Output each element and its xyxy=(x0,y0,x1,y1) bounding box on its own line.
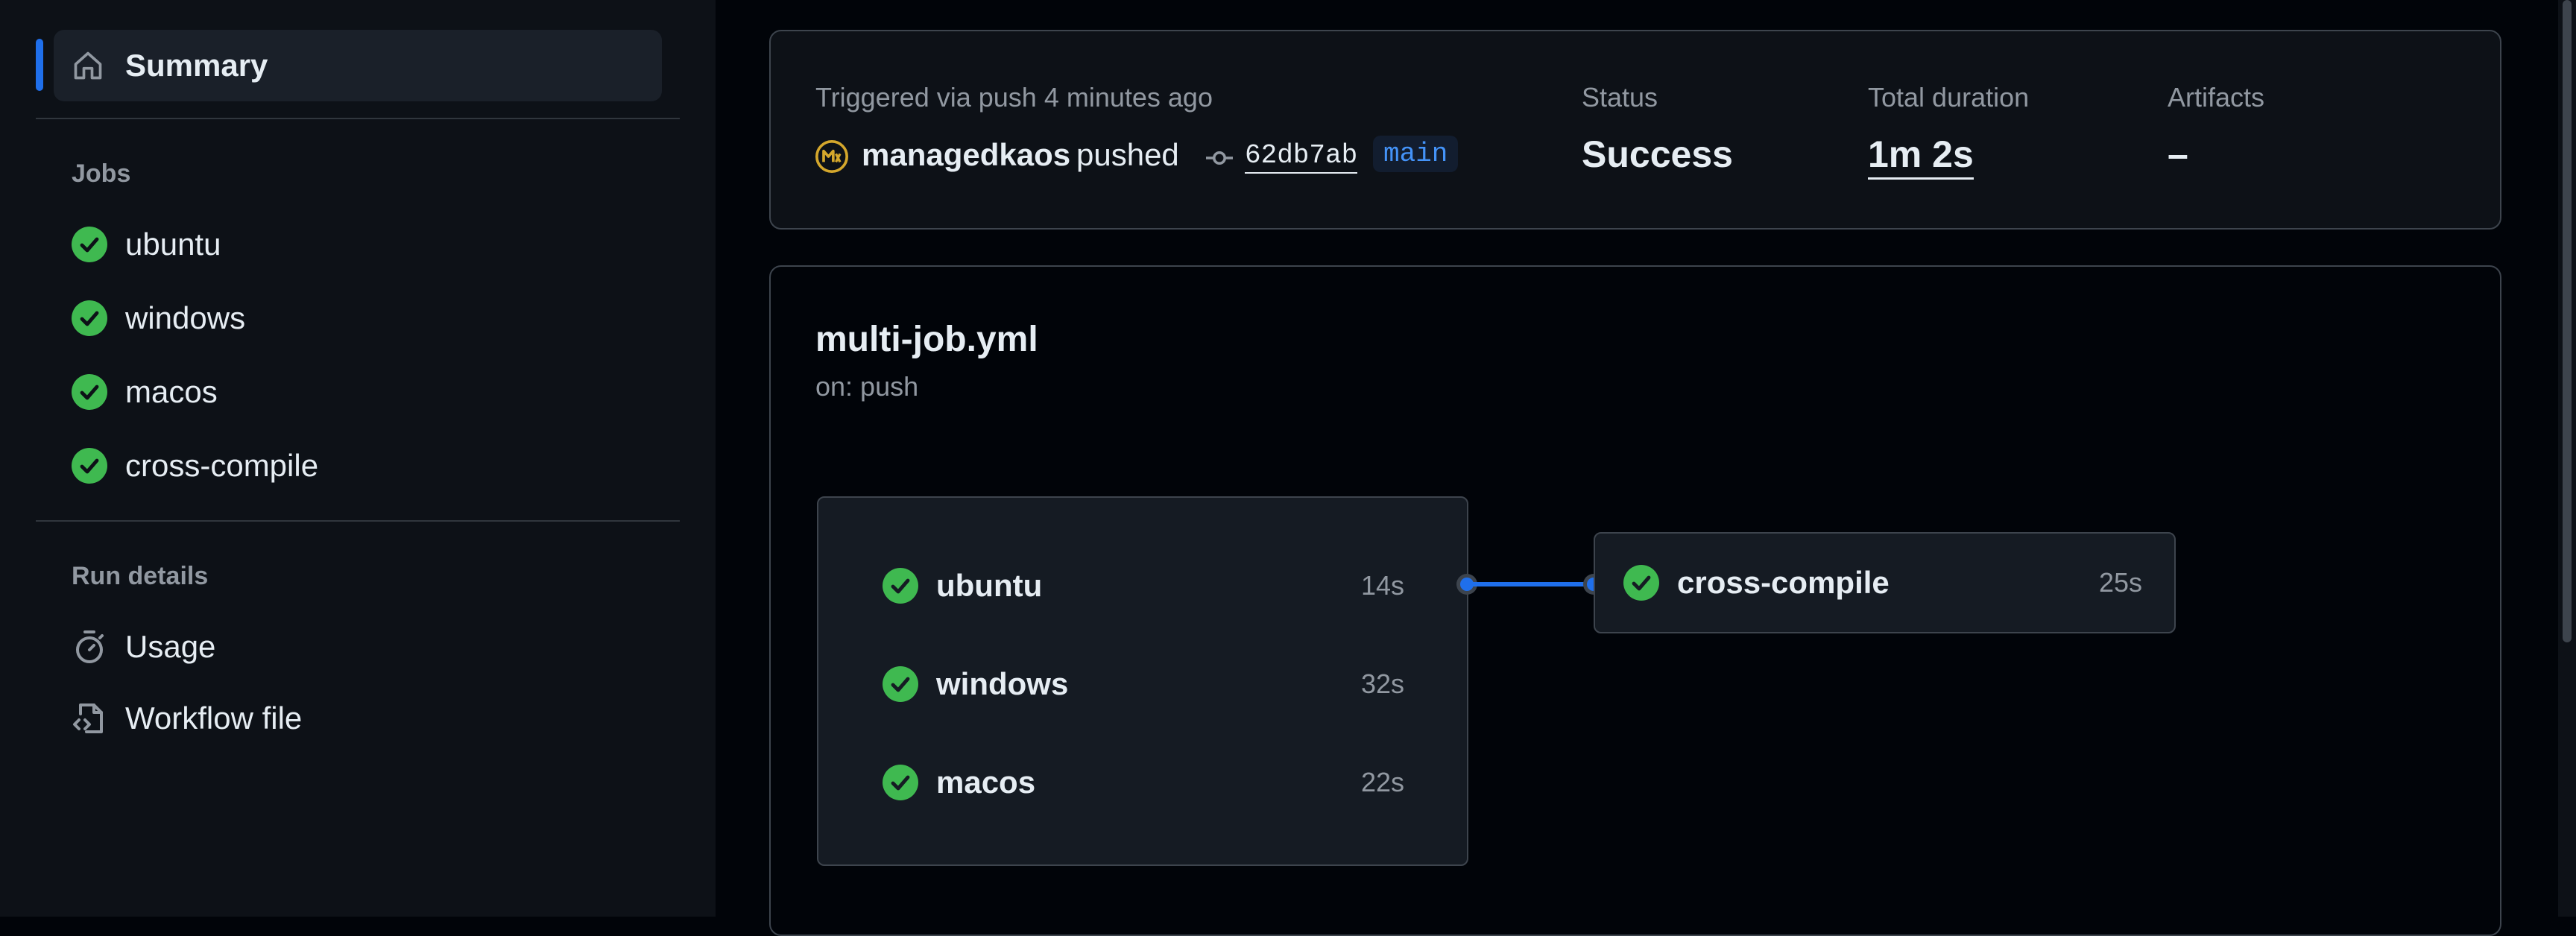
check-circle-icon xyxy=(72,448,107,484)
job-cross-compile[interactable]: cross-compile 25s xyxy=(1623,560,2142,605)
divider xyxy=(36,520,680,522)
run-details-heading: Run details xyxy=(72,562,209,590)
job-name: windows xyxy=(936,666,1069,701)
sidebar-item-macos[interactable]: macos xyxy=(72,370,668,414)
check-circle-icon xyxy=(1623,565,1659,601)
sidebar-item-label: ubuntu xyxy=(125,227,221,262)
branch-badge[interactable]: main xyxy=(1373,136,1459,172)
job-name: ubuntu xyxy=(936,568,1043,603)
job-duration: 22s xyxy=(1360,767,1404,797)
job-name: macos xyxy=(936,765,1036,800)
push-action-text: pushed xyxy=(1076,137,1179,172)
commit-sha-link[interactable]: 62db7ab xyxy=(1245,140,1358,174)
avatar[interactable] xyxy=(815,140,848,173)
workflow-file-name: multi-job.yml xyxy=(815,320,1038,359)
duration-link[interactable]: 1m 2s xyxy=(1868,133,1974,180)
check-circle-icon xyxy=(883,568,918,604)
actor-link[interactable]: managedkaos xyxy=(862,137,1070,173)
scrollbar[interactable] xyxy=(2558,0,2576,917)
check-circle-icon xyxy=(883,765,918,800)
status-value: Success xyxy=(1582,133,1733,175)
divider xyxy=(36,118,680,119)
home-icon xyxy=(74,51,102,80)
check-circle-icon xyxy=(72,300,107,336)
sidebar-item-workflow-file[interactable]: Workflow file xyxy=(72,696,668,741)
trigger-text: Triggered via push 4 minutes ago xyxy=(815,82,1213,113)
status-label: Status xyxy=(1582,82,1658,113)
check-circle-icon xyxy=(72,227,107,262)
job-duration: 32s xyxy=(1360,668,1404,699)
sidebar-item-label: Workflow file xyxy=(125,701,303,736)
job-name: cross-compile xyxy=(1677,565,1890,600)
job-cross-compile-card: cross-compile 25s xyxy=(1594,532,2176,633)
scrollbar-thumb[interactable] xyxy=(2563,0,2572,642)
job-ubuntu[interactable]: ubuntu 14s xyxy=(883,563,1404,608)
duration-label: Total duration xyxy=(1868,82,2030,113)
sidebar-item-label: macos xyxy=(125,374,218,409)
job-dependency-connector xyxy=(1456,574,1604,595)
selected-indicator xyxy=(36,39,43,91)
check-circle-icon xyxy=(72,374,107,410)
sidebar-item-label: windows xyxy=(125,300,246,335)
sidebar-item-windows[interactable]: windows xyxy=(72,296,668,341)
run-summary-card: Triggered via push 4 minutes ago managed… xyxy=(769,30,2501,230)
sidebar-item-usage[interactable]: Usage xyxy=(72,624,668,669)
sidebar-item-summary[interactable]: Summary xyxy=(54,30,662,101)
sidebar-item-ubuntu[interactable]: ubuntu xyxy=(72,222,668,267)
job-windows[interactable]: windows 32s xyxy=(883,662,1404,706)
job-macos[interactable]: macos 22s xyxy=(883,760,1404,805)
commit-icon xyxy=(1206,151,1233,165)
jobs-heading: Jobs xyxy=(72,159,131,188)
artifacts-label: Artifacts xyxy=(2168,82,2265,113)
sidebar-item-label: cross-compile xyxy=(125,448,319,483)
job-group: ubuntu 14s windows 32s macos 22s xyxy=(817,496,1468,866)
check-circle-icon xyxy=(883,666,918,702)
sidebar-item-label: Summary xyxy=(125,48,268,83)
stopwatch-icon xyxy=(76,630,104,663)
sidebar-item-label: Usage xyxy=(125,629,216,664)
job-duration: 25s xyxy=(2098,567,2142,598)
artifacts-value: – xyxy=(2168,133,2188,175)
sidebar: Summary Jobs ubuntu windows macos cross-… xyxy=(0,0,716,917)
job-duration: 14s xyxy=(1360,570,1404,601)
sidebar-item-cross-compile[interactable]: cross-compile xyxy=(72,443,668,488)
workflow-trigger: on: push xyxy=(815,371,919,402)
file-code-icon xyxy=(73,703,103,733)
